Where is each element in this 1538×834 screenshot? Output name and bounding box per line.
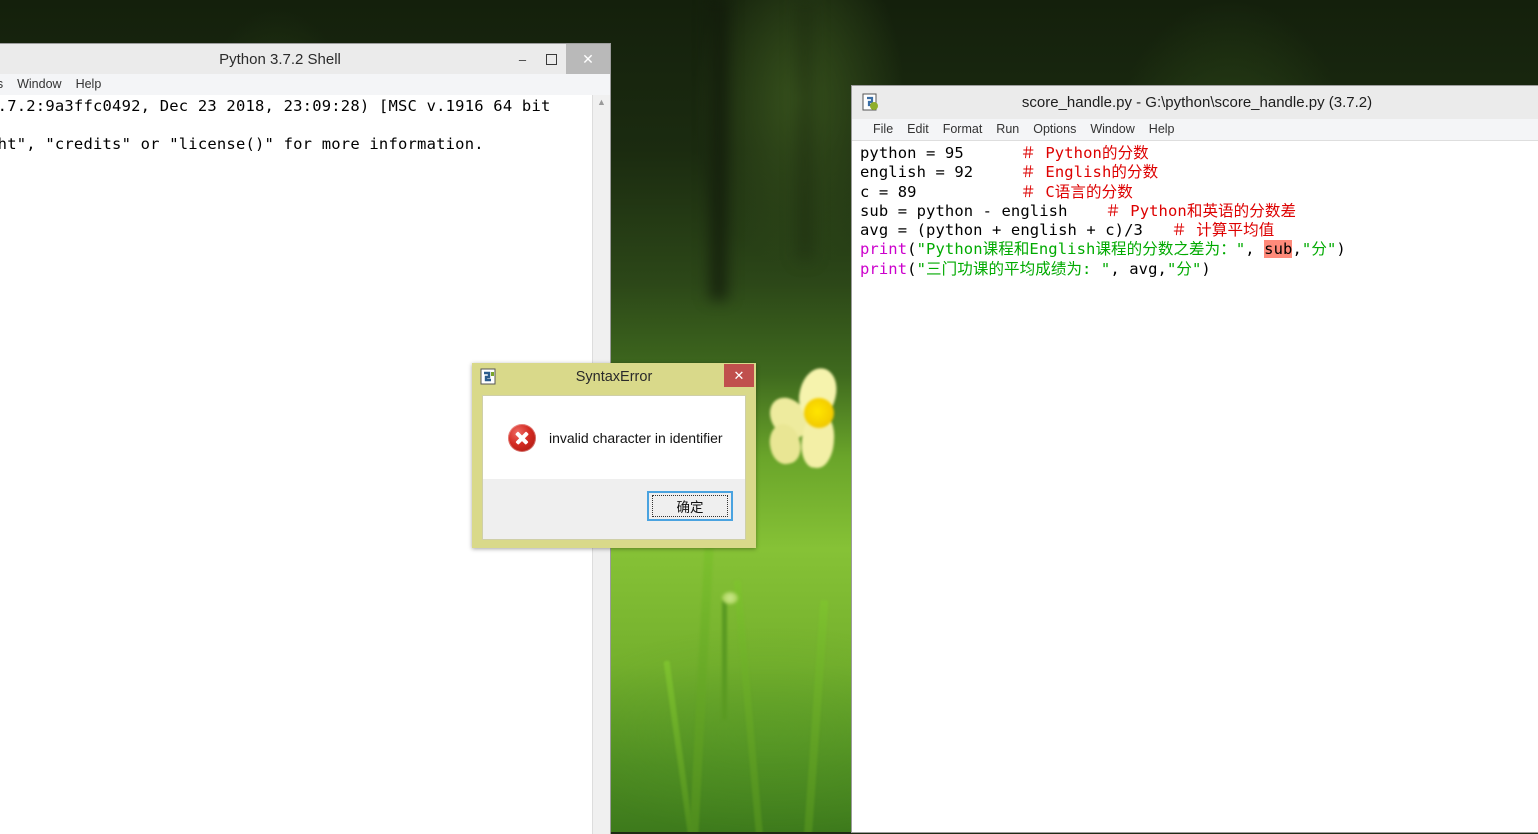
minimize-button[interactable]: – xyxy=(508,44,537,74)
dialog-title-text: SyntaxError xyxy=(575,369,653,385)
shell-menubar[interactable]: Options Window Help xyxy=(0,74,610,96)
maximize-button[interactable] xyxy=(537,44,566,74)
code-token: ) xyxy=(1201,259,1211,278)
code-line[interactable]: english = 92 ＃ English的分数 xyxy=(860,163,1538,182)
code-line[interactable]: sub = python - english ＃ Python和英语的分数差 xyxy=(860,202,1538,221)
menu-item-run[interactable]: Run xyxy=(989,119,1026,140)
menu-item-window[interactable]: Window xyxy=(1083,119,1141,140)
code-token: "Python课程和English课程的分数之差为：" xyxy=(916,240,1246,259)
menu-item-options[interactable]: Options xyxy=(0,74,10,95)
code-token: ( xyxy=(907,240,917,259)
code-token: , xyxy=(1292,240,1302,259)
flower-bud xyxy=(722,592,738,604)
menu-item-help[interactable]: Help xyxy=(69,74,109,95)
close-button[interactable]: ✕ xyxy=(566,44,610,74)
scroll-up-icon[interactable]: ▲ xyxy=(593,97,610,107)
maximize-icon xyxy=(546,53,557,65)
code-area[interactable]: python = 95 ＃ Python的分数 english = 92 ＃ En… xyxy=(852,142,1538,279)
shell-titlebar[interactable]: Python 3.7.2 Shell – ✕ xyxy=(0,44,610,74)
code-line[interactable]: avg = (python + english + c)/3 ＃ 计算平均值 xyxy=(860,221,1538,240)
code-line[interactable]: print("三门功课的平均成绩为: ", avg,"分") xyxy=(860,260,1538,279)
code-token: python = 95 xyxy=(860,144,964,162)
error-highlight-token: sub xyxy=(1264,240,1293,259)
code-line[interactable]: print("Python课程和English课程的分数之差为：", sub,"… xyxy=(860,240,1538,259)
dialog-titlebar[interactable]: SyntaxError ✕ xyxy=(472,363,756,391)
score-handle-editor-window[interactable]: score_handle.py - G:\python\score_handle… xyxy=(852,86,1538,832)
ok-button[interactable]: 确定 xyxy=(647,491,733,521)
code-token: c = 89 xyxy=(860,182,917,201)
dialog-close-button[interactable]: ✕ xyxy=(724,364,754,387)
menu-item-format[interactable]: Format xyxy=(936,119,990,140)
code-token: print xyxy=(860,240,908,259)
code-token: ( xyxy=(907,259,917,278)
syntax-error-dialog[interactable]: SyntaxError ✕ invalid character in ident… xyxy=(472,363,756,548)
code-token: sub = python - english xyxy=(860,201,1068,220)
code-token: avg = (python + english + c)/3 xyxy=(860,221,1143,240)
menu-item-help[interactable]: Help xyxy=(1142,119,1182,140)
code-token: , xyxy=(1245,240,1265,259)
dialog-message-text: invalid character in identifier xyxy=(549,430,723,446)
menu-item-file[interactable]: File xyxy=(866,119,900,140)
editor-title: score_handle.py - G:\python\score_handle… xyxy=(1021,94,1373,111)
code-token: ＃ 计算平均值 xyxy=(1171,221,1275,240)
menu-item-options[interactable]: Options xyxy=(1026,119,1083,140)
code-token: "分" xyxy=(1301,240,1337,259)
flower-corona xyxy=(804,398,834,428)
editor-body[interactable]: python = 95 ＃ Python的分数 english = 92 ＃ En… xyxy=(852,142,1538,832)
error-x-icon xyxy=(508,424,536,452)
editor-titlebar[interactable]: score_handle.py - G:\python\score_handle… xyxy=(852,86,1538,119)
menu-item-edit[interactable]: Edit xyxy=(900,119,936,140)
editor-menubar[interactable]: File Edit Format Run Options Window Help xyxy=(852,119,1538,141)
code-token: "分" xyxy=(1166,259,1202,278)
code-token: print xyxy=(860,259,908,278)
ok-button-label: 确定 xyxy=(652,495,728,517)
menu-item-window[interactable]: Window xyxy=(10,74,68,95)
code-line[interactable]: c = 89 ＃ C语言的分数 xyxy=(860,183,1538,202)
code-token: ＃ Python和英语的分数差 xyxy=(1105,201,1297,220)
code-token: english = 92 xyxy=(860,163,974,182)
code-token: ＃ C语言的分数 xyxy=(1020,182,1133,201)
code-token: ＃ Python的分数 xyxy=(1020,144,1149,162)
daffodil-flower xyxy=(762,364,852,488)
code-token: "三门功课的平均成绩为: " xyxy=(916,259,1111,278)
code-token: , avg, xyxy=(1110,259,1167,278)
shell-window-buttons: – ✕ xyxy=(508,44,610,74)
flower-stalk xyxy=(722,600,727,720)
dialog-message-area: invalid character in identifier xyxy=(482,395,746,481)
dialog-button-bar: 确定 xyxy=(482,479,746,540)
code-token: ＃ English的分数 xyxy=(1020,163,1159,182)
code-token: ) xyxy=(1336,240,1346,259)
code-line[interactable]: python = 95 ＃ Python的分数 xyxy=(860,144,1538,163)
